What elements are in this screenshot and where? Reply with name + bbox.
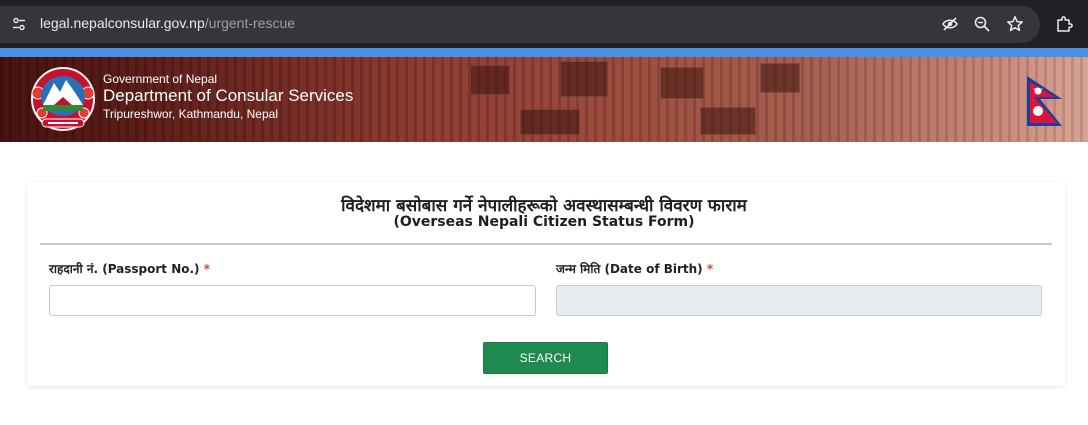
browser-toolbar: legal.nepalconsular.gov.np/urgent-rescue	[0, 0, 1088, 48]
title-divider	[40, 243, 1052, 245]
nepal-emblem-icon	[31, 67, 95, 131]
url-host: legal.nepalconsular.gov.np	[40, 15, 205, 31]
extensions-icon[interactable]	[1055, 15, 1073, 33]
dob-label-text: जन्म मिति (Date of Birth)	[556, 262, 703, 276]
passport-label: राहदानी नं. (Passport No.) *	[49, 260, 210, 277]
banner-building-window	[560, 61, 608, 97]
address-bar[interactable]: legal.nepalconsular.gov.np/urgent-rescue	[0, 6, 1040, 43]
zoom-icon[interactable]	[973, 15, 991, 33]
eye-off-icon[interactable]	[941, 15, 959, 33]
accent-bar	[0, 48, 1088, 57]
gov-name: Government of Nepal	[103, 72, 218, 86]
required-mark: *	[203, 262, 211, 276]
banner-building-window	[660, 67, 704, 99]
url-text[interactable]: legal.nepalconsular.gov.np/urgent-rescue	[40, 15, 295, 31]
department-name: Department of Consular Services	[103, 86, 354, 105]
search-button[interactable]: SEARCH	[483, 342, 608, 374]
banner-building-window	[700, 107, 756, 135]
banner-building-window	[470, 65, 510, 95]
banner-building-window	[760, 63, 800, 93]
banner-building-window	[520, 109, 580, 135]
url-path: /urgent-rescue	[204, 15, 296, 31]
required-mark: *	[706, 262, 714, 276]
dob-input[interactable]	[556, 285, 1042, 316]
form-title-nepali: विदेशमा बसोबास गर्ने नेपालीहरूको अवस्थास…	[341, 196, 747, 216]
passport-label-text: राहदानी नं. (Passport No.)	[49, 262, 200, 276]
address: Tripureshwor, Kathmandu, Nepal	[103, 107, 278, 121]
nepal-flag-icon	[1027, 76, 1062, 126]
dob-label: जन्म मिति (Date of Birth) *	[556, 260, 713, 277]
header-banner: Government of Nepal Department of Consul…	[0, 57, 1088, 142]
star-icon[interactable]	[1006, 15, 1024, 33]
form-title-english: (Overseas Nepali Citizen Status Form)	[393, 214, 695, 230]
passport-input[interactable]	[49, 285, 536, 316]
tune-icon[interactable]	[12, 17, 26, 31]
